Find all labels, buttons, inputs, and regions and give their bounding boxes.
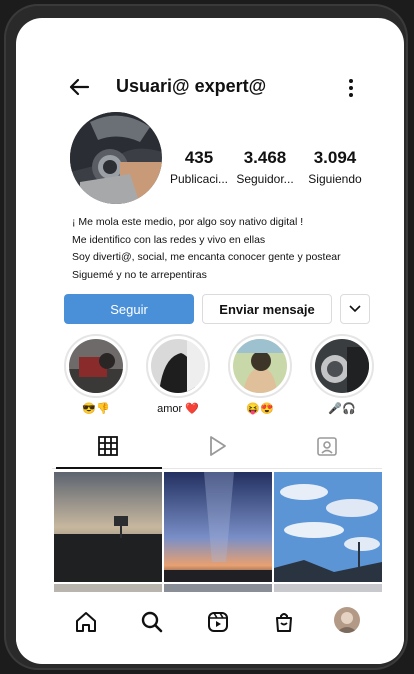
following-label: Siguiendo [308, 172, 362, 186]
post-thumbnail[interactable] [54, 472, 162, 582]
active-tab-indicator [56, 467, 162, 469]
story-highlight[interactable] [310, 334, 374, 398]
stat-following[interactable]: 3.094 Siguiendo [292, 148, 378, 186]
story-highlight[interactable] [228, 334, 292, 398]
story-highlight[interactable] [64, 334, 128, 398]
post-thumbnail[interactable] [164, 584, 272, 592]
search-icon[interactable] [140, 610, 164, 634]
post-thumbnail[interactable] [54, 584, 162, 592]
more-vertical-icon[interactable] [346, 76, 356, 100]
bio-line: Me identifico con las redes y vivo en el… [72, 233, 266, 246]
post-thumbnail[interactable] [164, 472, 272, 582]
reels-play-icon[interactable] [208, 435, 228, 457]
profile-avatar[interactable] [70, 112, 162, 204]
home-icon[interactable] [74, 610, 98, 634]
tagged-icon[interactable] [316, 435, 338, 457]
reels-icon[interactable] [206, 610, 230, 634]
highlight-label: amor ❤️ [157, 403, 199, 415]
bio-line: ¡ Me mola este medio, por algo soy nativ… [72, 216, 304, 228]
profile-username: Usuari@ expert@ [116, 76, 267, 96]
back-arrow-icon[interactable] [66, 74, 92, 100]
profile-nav-avatar[interactable] [334, 607, 360, 633]
grid-icon[interactable] [98, 436, 118, 456]
post-thumbnail[interactable] [274, 584, 382, 592]
phone-frame: Usuari@ expert@ 435 Publicaci... 3.468 S… [4, 4, 408, 670]
story-highlight[interactable] [146, 334, 210, 398]
chevron-down-icon [349, 305, 361, 313]
following-count: 3.094 [313, 148, 357, 167]
shop-icon[interactable] [272, 610, 296, 634]
send-message-button[interactable]: Enviar mensaje [202, 294, 332, 324]
suggested-dropdown-button[interactable] [340, 294, 370, 324]
follow-button[interactable]: Seguir [64, 294, 194, 324]
profile-screen: Usuari@ expert@ 435 Publicaci... 3.468 S… [16, 18, 404, 664]
post-thumbnail[interactable] [274, 472, 382, 582]
profile-bio: ¡ Me mola este medio, por algo soy nativ… [72, 214, 392, 284]
bio-line: Siguemé y no te arrepentiras [72, 268, 207, 281]
bio-line: Soy diverti@, social, me encanta conocer… [72, 251, 341, 263]
highlight-label: 😎👎 [82, 403, 110, 415]
highlight-label: 🎤🎧 [328, 403, 356, 415]
highlight-label: 😝😍 [246, 403, 274, 415]
